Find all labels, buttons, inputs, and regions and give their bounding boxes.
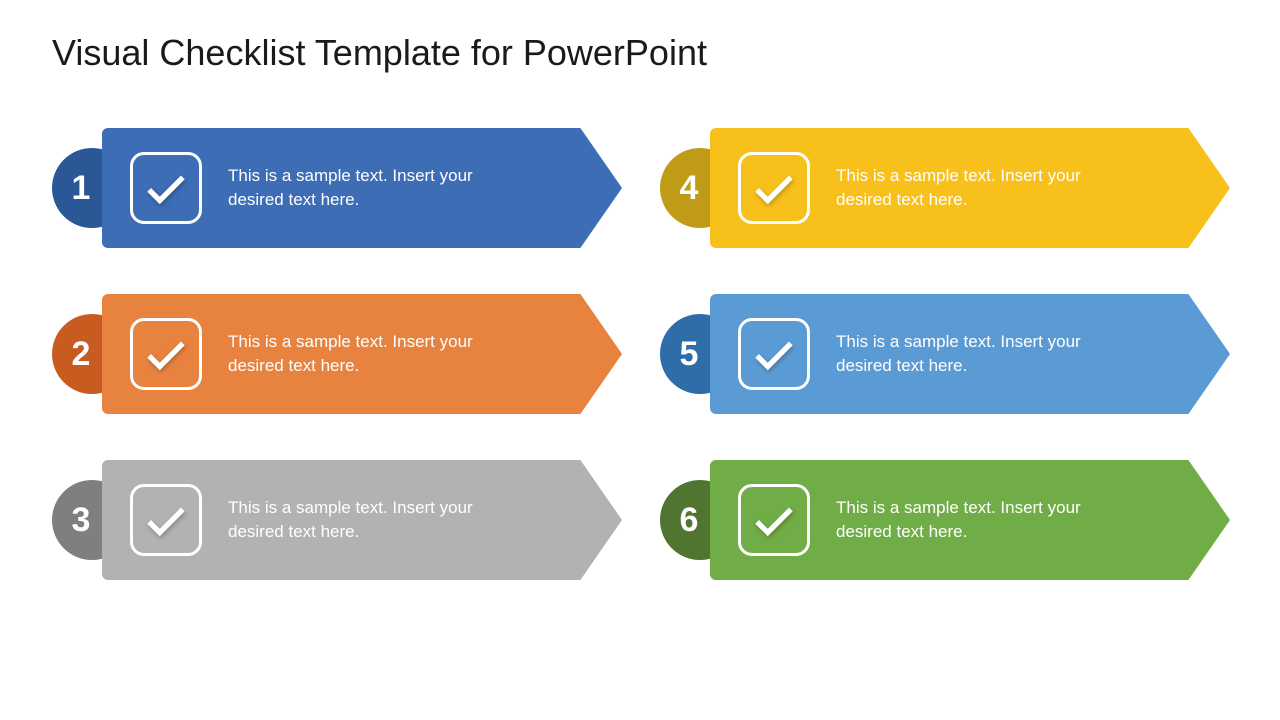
item-text: This is a sample text. Insert your desir…: [836, 164, 1136, 212]
item-text: This is a sample text. Insert your desir…: [228, 164, 528, 212]
item-text: This is a sample text. Insert your desir…: [836, 496, 1136, 544]
checkmark-icon: [749, 495, 799, 545]
checkmark-icon: [141, 495, 191, 545]
item-text: This is a sample text. Insert your desir…: [228, 330, 528, 378]
arrow-banner: This is a sample text. Insert your desir…: [710, 460, 1230, 580]
checkmark-icon: [749, 329, 799, 379]
checkbox-icon: [130, 152, 202, 224]
checkmark-icon: [749, 163, 799, 213]
checkbox-icon: [738, 152, 810, 224]
arrow-banner: This is a sample text. Insert your desir…: [710, 294, 1230, 414]
checkbox-icon: [738, 484, 810, 556]
arrow-banner: This is a sample text. Insert your desir…: [102, 128, 622, 248]
checkbox-icon: [130, 318, 202, 390]
checklist-item-3: 3 This is a sample text. Insert your des…: [52, 460, 624, 580]
item-text: This is a sample text. Insert your desir…: [228, 496, 528, 544]
checklist-item-2: 2 This is a sample text. Insert your des…: [52, 294, 624, 414]
checklist-item-1: 1 This is a sample text. Insert your des…: [52, 128, 624, 248]
slide-title: Visual Checklist Template for PowerPoint: [52, 32, 707, 74]
arrow-banner: This is a sample text. Insert your desir…: [102, 294, 622, 414]
checklist-item-5: 5 This is a sample text. Insert your des…: [660, 294, 1232, 414]
arrow-banner: This is a sample text. Insert your desir…: [102, 460, 622, 580]
checkbox-icon: [130, 484, 202, 556]
checkmark-icon: [141, 163, 191, 213]
checkmark-icon: [141, 329, 191, 379]
item-text: This is a sample text. Insert your desir…: [836, 330, 1136, 378]
checklist-item-6: 6 This is a sample text. Insert your des…: [660, 460, 1232, 580]
checklist-item-4: 4 This is a sample text. Insert your des…: [660, 128, 1232, 248]
arrow-banner: This is a sample text. Insert your desir…: [710, 128, 1230, 248]
checklist-grid: 1 This is a sample text. Insert your des…: [52, 128, 1232, 580]
checkbox-icon: [738, 318, 810, 390]
